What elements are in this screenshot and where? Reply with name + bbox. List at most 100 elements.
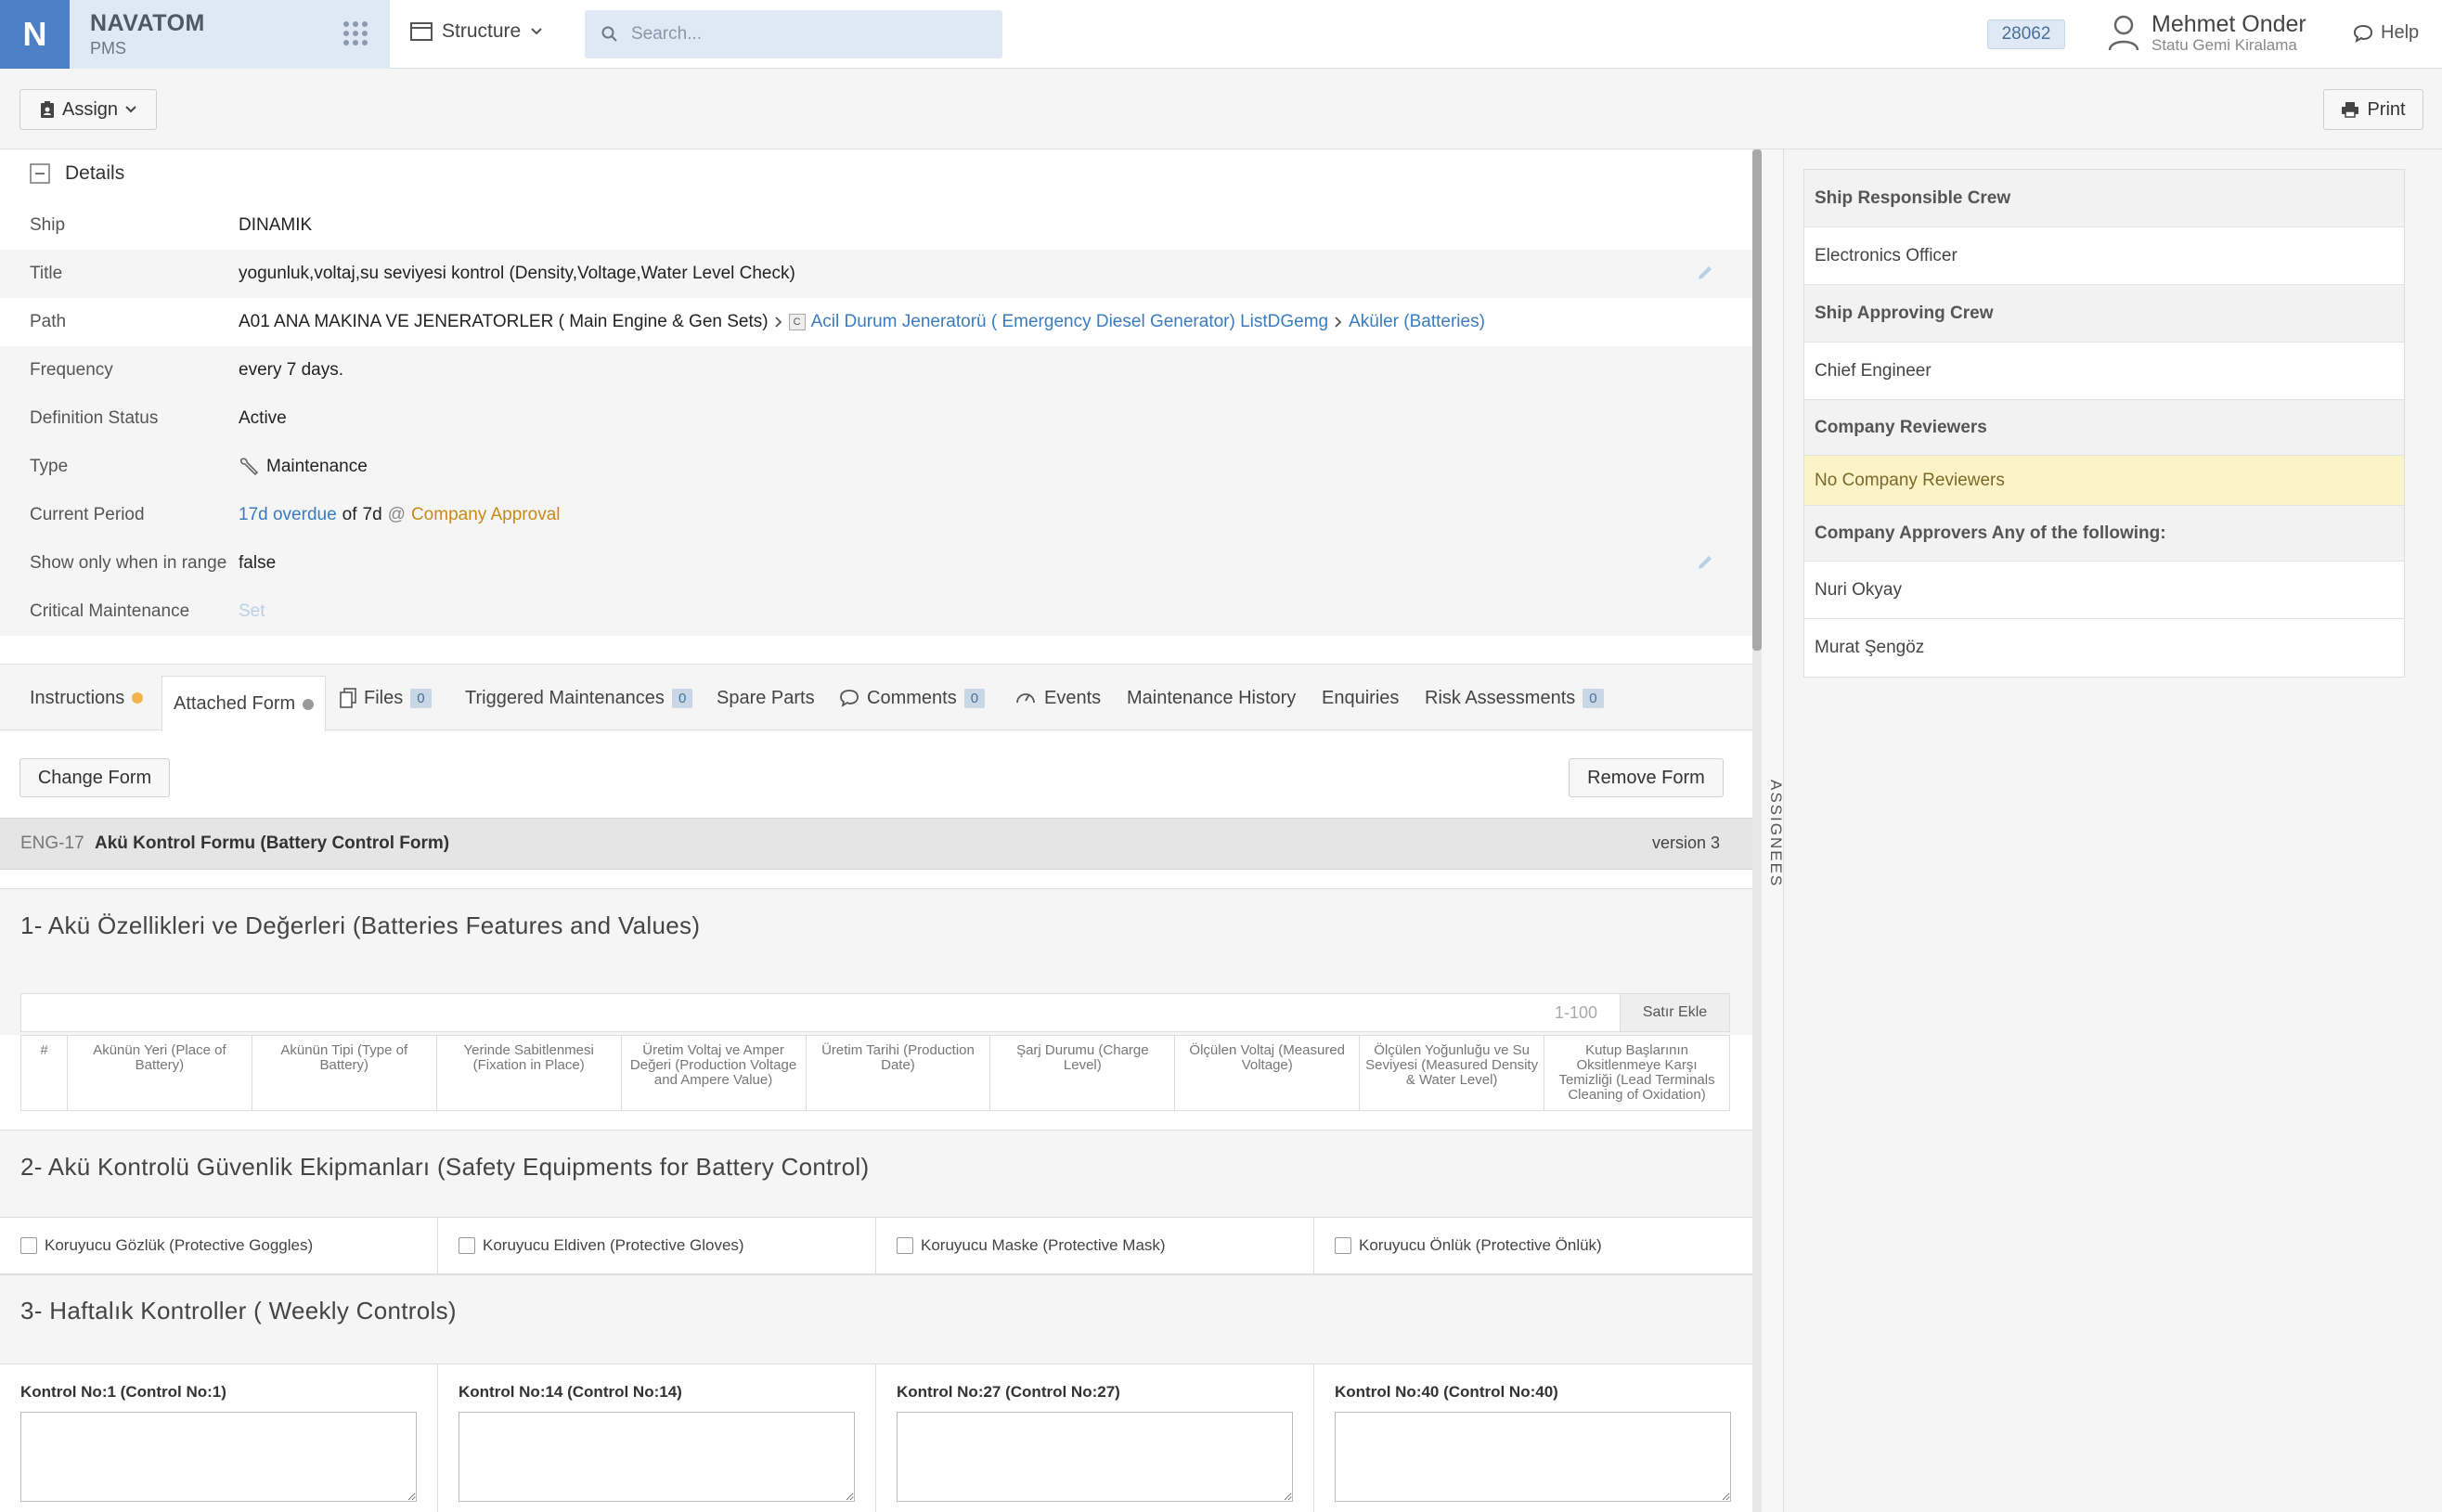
- search-input[interactable]: [631, 24, 984, 45]
- assignees-label[interactable]: ASSIGNEES: [1763, 780, 1785, 887]
- gauge-icon: [1014, 688, 1037, 708]
- approver-item: Nuri Okyay: [1804, 562, 2404, 619]
- assign-button[interactable]: Assign: [19, 89, 157, 130]
- checkbox-label: Koruyucu Gözlük (Protective Goggles): [45, 1236, 314, 1254]
- stage-text[interactable]: Company Approval: [411, 505, 561, 525]
- checkbox-apron[interactable]: Koruyucu Önlük (Protective Önlük): [1314, 1217, 1752, 1274]
- count-badge: 0: [410, 688, 432, 708]
- change-form-button[interactable]: Change Form: [19, 758, 170, 797]
- tab-attached-form[interactable]: Attached Form: [162, 676, 327, 731]
- tab-label: Comments: [867, 687, 957, 708]
- company-reviewers-empty: No Company Reviewers: [1804, 456, 2404, 506]
- overdue-text: 17d overdue: [239, 505, 337, 524]
- checkbox-box[interactable]: [20, 1237, 37, 1254]
- form-code: ENG-17: [20, 834, 84, 853]
- control-cell: Kontrol No:27 (Control No:27): [876, 1363, 1314, 1512]
- type-label: Maintenance: [266, 457, 368, 476]
- user-menu[interactable]: Mehmet Onder Statu Gemi Kiralama: [2107, 11, 2306, 54]
- details-header[interactable]: Details: [30, 162, 124, 185]
- type-value: Maintenance: [239, 457, 368, 477]
- checkbox-goggles[interactable]: Koruyucu Gözlük (Protective Goggles): [0, 1217, 438, 1274]
- ship-approving-item: Chief Engineer: [1804, 342, 2404, 400]
- tab-bar: Instructions Attached Form Files 0 Trigg…: [0, 664, 1752, 731]
- path-link-generator[interactable]: Acil Durum Jeneratorü ( Emergency Diesel…: [811, 312, 1329, 332]
- checkbox-label: Koruyucu Eldiven (Protective Gloves): [483, 1236, 744, 1254]
- tab-comments[interactable]: Comments 0: [839, 665, 986, 731]
- detail-label: Critical Maintenance: [30, 601, 190, 621]
- control-cell: Kontrol No:14 (Control No:14): [438, 1363, 876, 1512]
- control-cell: Kontrol No:1 (Control No:1): [0, 1363, 438, 1512]
- tab-label: Triggered Maintenances: [465, 687, 665, 708]
- top-bar: N NAVATOM PMS Structure 28062: [0, 0, 2442, 69]
- current-period-value: 17d overdue of 7d @ Company Approval: [239, 505, 561, 525]
- details-heading: Details: [65, 162, 125, 184]
- count-badge: 0: [671, 688, 693, 708]
- help-label: Help: [2381, 22, 2420, 43]
- battery-table: # Akünün Yeri (Place of Battery) Akünün …: [20, 1035, 1730, 1111]
- tab-maintenance-history[interactable]: Maintenance History: [1127, 665, 1296, 731]
- help-link[interactable]: Help: [2353, 22, 2419, 44]
- apps-grid-icon[interactable]: [342, 20, 368, 46]
- add-row-button[interactable]: Satır Ekle: [1620, 994, 1729, 1031]
- control-textarea[interactable]: [459, 1412, 855, 1502]
- checkbox-box[interactable]: [1335, 1237, 1351, 1254]
- critical-set-link[interactable]: Set: [239, 601, 265, 622]
- remove-form-button[interactable]: Remove Form: [1569, 758, 1724, 797]
- detail-row-critical: Critical Maintenance Set: [0, 588, 1752, 636]
- tab-instructions[interactable]: Instructions: [30, 665, 144, 731]
- form-name: Akü Kontrol Formu (Battery Control Form): [95, 834, 450, 853]
- assignees-panel: Ship Responsible Crew Electronics Office…: [1784, 149, 2442, 1512]
- detail-row-frequency: Frequency every 7 days.: [0, 346, 1752, 394]
- tab-label: Attached Form: [174, 693, 296, 714]
- column-header: Akünün Yeri (Place of Battery): [66, 1035, 252, 1111]
- chevron-right-icon: [774, 317, 783, 328]
- control-textarea[interactable]: [897, 1412, 1293, 1502]
- structure-label: Structure: [442, 20, 522, 42]
- notification-badge[interactable]: 28062: [1987, 19, 2065, 49]
- tab-events[interactable]: Events: [1014, 665, 1101, 731]
- control-textarea[interactable]: [20, 1412, 417, 1502]
- detail-label: Path: [30, 312, 67, 331]
- control-cell: Kontrol No:40 (Control No:40): [1314, 1363, 1752, 1512]
- column-header: Üretim Tarihi (Production Date): [805, 1035, 991, 1111]
- app-logo[interactable]: N: [0, 0, 70, 69]
- path-root: A01 ANA MAKINA VE JENERATORLER ( Main En…: [239, 312, 769, 331]
- count-badge: 0: [1583, 688, 1604, 708]
- checkbox-mask[interactable]: Koruyucu Maske (Protective Mask): [876, 1217, 1314, 1274]
- wrench-icon: [239, 457, 261, 477]
- section-safety: 2- Akü Kontrolü Güvenlik Ekipmanları (Sa…: [0, 1130, 1752, 1217]
- tab-spare-parts[interactable]: Spare Parts: [717, 665, 815, 731]
- tab-risk-assessments[interactable]: Risk Assessments 0: [1425, 665, 1604, 731]
- control-label: Kontrol No:40 (Control No:40): [1335, 1383, 1558, 1401]
- brand-name: NAVATOM: [90, 10, 205, 36]
- tab-triggered-maintenances[interactable]: Triggered Maintenances 0: [465, 665, 693, 731]
- section-batteries: 1- Akü Özellikleri ve Değerleri (Batteri…: [0, 888, 1752, 1035]
- collapse-icon[interactable]: [30, 163, 50, 184]
- structure-menu[interactable]: Structure: [410, 20, 543, 43]
- of-text: of: [342, 505, 357, 524]
- scrollbar-thumb[interactable]: [1752, 149, 1762, 651]
- user-name: Mehmet Onder: [2151, 11, 2306, 37]
- pencil-icon[interactable]: [1697, 265, 1713, 281]
- path-link-batteries[interactable]: Aküler (Batteries): [1349, 312, 1485, 332]
- form-version: version 3: [1652, 834, 1721, 852]
- detail-row-title: Title yogunluk,voltaj,su seviyesi kontro…: [0, 250, 1752, 298]
- chevron-down-icon: [530, 27, 543, 36]
- detail-label: Definition Status: [30, 408, 159, 428]
- title-value: yogunluk,voltaj,su seviyesi kontrol (Den…: [239, 264, 795, 283]
- pencil-icon[interactable]: [1697, 554, 1713, 571]
- tab-enquiries[interactable]: Enquiries: [1322, 665, 1399, 731]
- checkbox-gloves[interactable]: Koruyucu Eldiven (Protective Gloves): [438, 1217, 876, 1274]
- control-textarea[interactable]: [1335, 1412, 1731, 1502]
- checkbox-box[interactable]: [459, 1237, 475, 1254]
- detail-label: Frequency: [30, 360, 113, 380]
- status-dot: [303, 698, 315, 710]
- path-value: A01 ANA MAKINA VE JENERATORLER ( Main En…: [239, 312, 1485, 332]
- detail-row-range: Show only when in range false: [0, 539, 1752, 588]
- print-button[interactable]: Print: [2323, 89, 2423, 130]
- detail-label: Title: [30, 264, 63, 283]
- brand-area[interactable]: NAVATOM PMS: [70, 0, 390, 69]
- checkbox-box[interactable]: [897, 1237, 913, 1254]
- tab-files[interactable]: Files 0: [340, 665, 432, 731]
- company-reviewers-heading: Company Reviewers: [1804, 400, 2404, 456]
